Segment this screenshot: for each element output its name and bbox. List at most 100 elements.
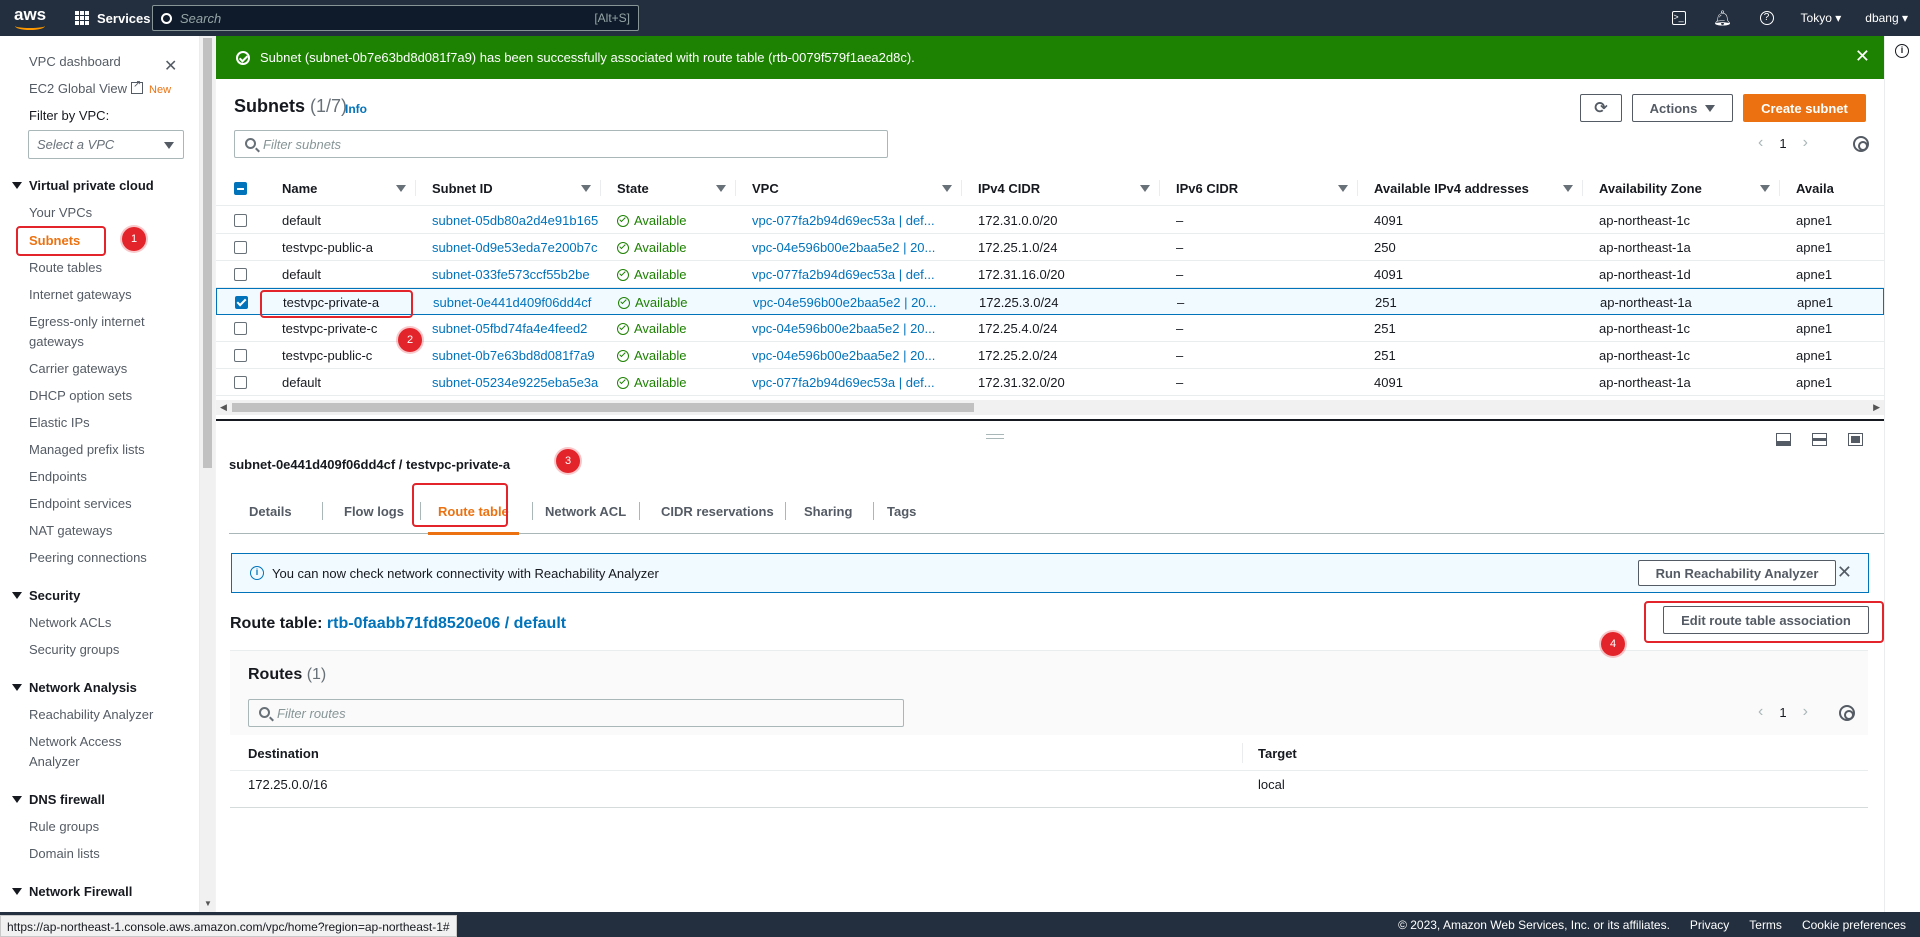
row-checkbox[interactable] (234, 214, 247, 227)
search-input[interactable]: Search [Alt+S] (152, 5, 639, 31)
page-number[interactable]: 1 (1779, 136, 1786, 151)
cell-vpc[interactable]: vpc-04e596b00e2baa5e2 | 20... (736, 234, 962, 261)
sort-icon[interactable] (1140, 185, 1150, 192)
actions-button[interactable]: Actions (1632, 94, 1733, 122)
sidebar-item-domain-lists[interactable]: Domain lists (29, 846, 100, 861)
sidebar-scrollbar[interactable]: ▼ (200, 36, 215, 912)
row-checkbox[interactable] (234, 322, 247, 335)
cloudshell-icon[interactable]: >_ (1657, 0, 1701, 36)
routes-settings-gear-icon[interactable] (1839, 705, 1855, 721)
cell-vpc[interactable]: vpc-077fa2b94d69ec53a | def... (736, 207, 962, 234)
sidebar-item-endpoints[interactable]: Endpoints (29, 469, 87, 484)
vpc-select[interactable]: Select a VPC (28, 130, 184, 159)
bell-icon[interactable]: 🔔︎ (1701, 0, 1745, 36)
sidebar-item-elastic-ips[interactable]: Elastic IPs (29, 415, 90, 430)
cell-vpc[interactable]: vpc-077fa2b94d69ec53a | def... (736, 261, 962, 288)
sidebar-item-endpoint-services[interactable]: Endpoint services (29, 496, 132, 511)
section-virtual-private-cloud[interactable]: Virtual private cloud (12, 178, 154, 193)
section-dns-firewall[interactable]: DNS firewall (12, 792, 105, 807)
cell-id[interactable]: subnet-033fe573ccf55b2be (416, 261, 601, 288)
cell-vpc[interactable]: vpc-04e596b00e2baa5e2 | 20... (736, 315, 962, 342)
col-ipv6-cidr[interactable]: IPv6 CIDR (1160, 170, 1358, 206)
col-vpc[interactable]: VPC (736, 170, 962, 206)
table-row[interactable]: testvpc-public-c subnet-0b7e63bd8d081f7a9… (216, 342, 1884, 369)
row-checkbox[interactable] (234, 349, 247, 362)
split-panel-divider[interactable] (216, 419, 1884, 421)
cell-id-text[interactable]: subnet-05234e9225eba5e3a (432, 375, 598, 390)
info-panel-icon[interactable]: i (1895, 44, 1909, 58)
cell-id[interactable]: subnet-0b7e63bd8d081f7a9 (416, 342, 601, 369)
sidebar-item-managed-prefix-lists[interactable]: Managed prefix lists (29, 442, 145, 457)
run-reachability-analyzer-button[interactable]: Run Reachability Analyzer (1638, 560, 1836, 586)
filter-subnets-input[interactable]: Filter subnets (234, 130, 888, 158)
sidebar-item-carrier-gateways[interactable]: Carrier gateways (29, 361, 127, 376)
tab-cidr-reservations[interactable]: CIDR reservations (661, 488, 774, 534)
cell-vpc-text[interactable]: vpc-04e596b00e2baa5e2 | 20... (752, 240, 935, 255)
select-all-checkbox[interactable] (234, 181, 247, 195)
row-checkbox-cell[interactable] (234, 369, 266, 396)
sort-icon[interactable] (716, 185, 726, 192)
sidebar-item-egress-only-gateways[interactable]: Egress-only internet (29, 314, 145, 329)
sidebar-item-your-vpcs[interactable]: Your VPCs (29, 205, 92, 220)
col-availability-zone[interactable]: Availability Zone (1583, 170, 1780, 206)
user-dropdown[interactable]: dbang ▾ (1853, 11, 1920, 25)
table-settings-gear-icon[interactable] (1853, 136, 1869, 152)
route-table-link[interactable]: rtb-0faabb71fd8520e06 / default (327, 615, 566, 632)
cell-vpc-text[interactable]: vpc-04e596b00e2baa5e2 | 20... (753, 295, 936, 310)
table-row[interactable]: default subnet-033fe573ccf55b2be Available… (216, 261, 1884, 288)
layout-full-icon[interactable] (1848, 433, 1863, 446)
cell-vpc-text[interactable]: vpc-077fa2b94d69ec53a | def... (752, 213, 935, 228)
col-availability-zone-id[interactable]: Availa (1780, 170, 1884, 206)
col-destination[interactable]: Destination (248, 746, 319, 761)
help-icon[interactable]: ? (1745, 0, 1789, 36)
tab-sharing[interactable]: Sharing (804, 488, 852, 534)
col-target[interactable]: Target (1258, 746, 1297, 761)
row-checkbox-cell[interactable] (234, 234, 266, 261)
cell-vpc-text[interactable]: vpc-04e596b00e2baa5e2 | 20... (752, 348, 935, 363)
select-all-checkbox-cell[interactable] (234, 170, 266, 206)
row-checkbox-cell[interactable] (234, 207, 266, 234)
cell-id[interactable]: subnet-05db80a2d4e91b165 (416, 207, 601, 234)
cell-id-text[interactable]: subnet-05db80a2d4e91b165 (432, 213, 598, 228)
cell-id-text[interactable]: subnet-05fbd74fa4e4feed2 (432, 321, 587, 336)
close-sidebar-icon[interactable]: ✕ (164, 56, 177, 76)
cell-id-text[interactable]: subnet-0b7e63bd8d081f7a9 (432, 348, 595, 363)
scroll-down-arrow-icon[interactable]: ▼ (204, 899, 212, 908)
layout-side-icon[interactable] (1812, 433, 1827, 446)
scroll-right-arrow-icon[interactable]: ▶ (1873, 402, 1880, 413)
cell-vpc[interactable]: vpc-077fa2b94d69ec53a | def... (736, 369, 962, 396)
cell-vpc[interactable]: vpc-04e596b00e2baa5e2 | 20... (737, 289, 963, 316)
sidebar-item-nat-gateways[interactable]: NAT gateways (29, 523, 112, 538)
sidebar-item-dashboard[interactable]: VPC dashboard (29, 54, 121, 69)
row-checkbox-cell[interactable] (234, 342, 266, 369)
tab-flow-logs[interactable]: Flow logs (344, 488, 404, 534)
sort-icon[interactable] (1760, 185, 1770, 192)
routes-page-number[interactable]: 1 (1779, 705, 1786, 720)
col-ipv4-cidr[interactable]: IPv4 CIDR (962, 170, 1160, 206)
sidebar-item-network-access-analyzer-line2[interactable]: Analyzer (29, 754, 80, 769)
row-checkbox[interactable] (234, 268, 247, 281)
col-state[interactable]: State (601, 170, 736, 206)
subnets-info-link[interactable]: Info (345, 102, 367, 116)
aws-logo[interactable]: aws (14, 5, 48, 31)
cell-id[interactable]: subnet-0d9e53eda7e200b7c (416, 234, 601, 261)
sidebar-item-reachability-analyzer[interactable]: Reachability Analyzer (29, 707, 153, 722)
cell-vpc-text[interactable]: vpc-077fa2b94d69ec53a | def... (752, 375, 935, 390)
section-security[interactable]: Security (12, 588, 80, 603)
sort-icon[interactable] (942, 185, 952, 192)
close-alert-icon[interactable]: ✕ (1837, 562, 1852, 583)
col-subnet-id[interactable]: Subnet ID (416, 170, 601, 206)
sidebar-item-security-groups[interactable]: Security groups (29, 642, 119, 657)
row-checkbox[interactable] (235, 296, 248, 309)
layout-bottom-icon[interactable] (1776, 433, 1791, 446)
sidebar-item-egress-only-gateways-line2[interactable]: gateways (29, 334, 84, 349)
region-dropdown[interactable]: Tokyo ▾ (1789, 11, 1854, 25)
sidebar-item-route-tables[interactable]: Route tables (29, 260, 102, 275)
section-network-analysis[interactable]: Network Analysis (12, 680, 137, 695)
cell-vpc-text[interactable]: vpc-077fa2b94d69ec53a | def... (752, 267, 935, 282)
section-network-firewall[interactable]: Network Firewall (12, 884, 132, 899)
row-checkbox-cell[interactable] (234, 261, 266, 288)
sidebar-item-internet-gateways[interactable]: Internet gateways (29, 287, 132, 302)
tab-network-acl[interactable]: Network ACL (545, 488, 626, 534)
cell-id-text[interactable]: subnet-033fe573ccf55b2be (432, 267, 590, 282)
